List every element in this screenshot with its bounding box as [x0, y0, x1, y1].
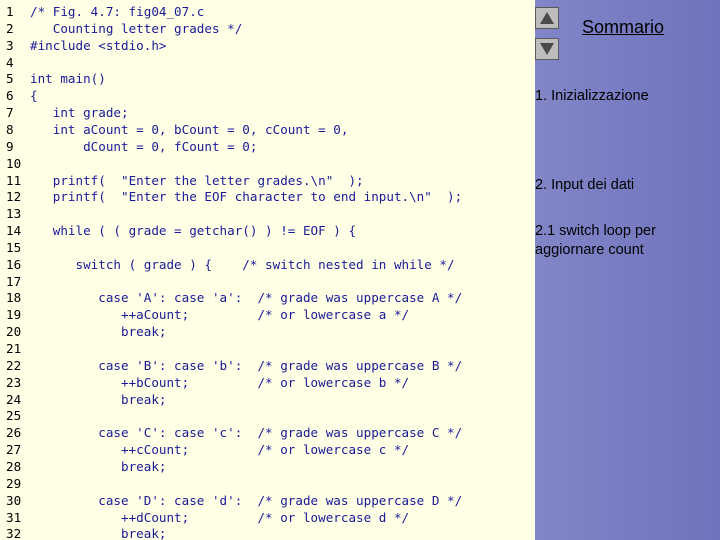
code-line: 27 ++cCount; /* or lowercase c */ [0, 441, 535, 458]
line-number: 22 [6, 357, 22, 373]
line-number: 5 [6, 71, 14, 87]
line-number: 3 [6, 37, 14, 53]
line-number: 26 [6, 425, 22, 441]
line-number: 11 [6, 172, 22, 188]
code-text: int main() [30, 71, 106, 87]
line-number: 13 [6, 206, 22, 222]
code-text: dCount = 0, fCount = 0; [30, 138, 258, 154]
code-line: 11 printf( "Enter the letter grades.\n" … [0, 172, 535, 189]
code-line: 18 case 'A': case 'a': /* grade was uppe… [0, 289, 535, 306]
code-text: Counting letter grades */ [30, 20, 243, 36]
note-switch-loop: 2.1 switch loop per aggiornare count [535, 223, 656, 258]
line-number: 29 [6, 475, 22, 491]
code-line: 14 while ( ( grade = getchar() ) != EOF … [0, 222, 535, 239]
line-number: 19 [6, 307, 22, 323]
code-line: 24 break; [0, 391, 535, 408]
line-number: 10 [6, 155, 22, 171]
code-text: printf( "Enter the letter grades.\n" ); [30, 172, 364, 188]
code-text: case 'A': case 'a': /* grade was upperca… [30, 290, 463, 306]
code-line: 4 [0, 54, 535, 71]
code-listing: 1/* Fig. 4.7: fig04_07.c 2 Counting lette… [0, 0, 535, 540]
code-line: 6{ [0, 87, 535, 104]
code-line: 23 ++bCount; /* or lowercase b */ [0, 374, 535, 391]
note-inizializzazione: 1. Inizializzazione [535, 88, 649, 104]
line-number: 23 [6, 374, 22, 390]
code-text: case 'C': case 'c': /* grade was upperca… [30, 425, 463, 441]
code-text: break; [30, 391, 167, 407]
code-text: ++bCount; /* or lowercase b */ [30, 374, 410, 390]
triangle-down-icon [540, 43, 554, 55]
line-number: 30 [6, 492, 22, 508]
line-number: 8 [6, 121, 14, 137]
code-line: 15 [0, 239, 535, 256]
line-number: 6 [6, 88, 14, 104]
line-number: 21 [6, 341, 22, 356]
code-text: while ( ( grade = getchar() ) != EOF ) { [30, 223, 357, 239]
code-line: 20 break; [0, 323, 535, 340]
line-number: 25 [6, 408, 22, 424]
line-number: 2 [6, 20, 14, 36]
previous-slide-button[interactable] [535, 7, 559, 29]
code-text: ++aCount; /* or lowercase a */ [30, 307, 410, 323]
line-number: 31 [6, 509, 22, 525]
line-number: 1 [6, 4, 14, 19]
code-line: 16 switch ( grade ) { /* switch nested i… [0, 256, 535, 273]
code-line: 5 int main() [0, 70, 535, 87]
code-line: 8 int aCount = 0, bCount = 0, cCount = 0… [0, 121, 535, 138]
code-line: 31 ++dCount; /* or lowercase d */ [0, 509, 535, 526]
code-text: break; [30, 324, 167, 340]
code-line: 13 [0, 205, 535, 222]
triangle-up-icon [540, 12, 554, 24]
code-line: 17 [0, 273, 535, 290]
code-line: 1 /* Fig. 4.7: fig04_07.c [0, 3, 535, 20]
code-line: 19 ++aCount; /* or lowercase a */ [0, 306, 535, 323]
line-number: 18 [6, 290, 22, 306]
code-text: /* Fig. 4.7: fig04_07.c [30, 4, 205, 19]
line-number: 27 [6, 442, 22, 458]
code-line: 28 break; [0, 458, 535, 475]
code-line: 22 case 'B': case 'b': /* grade was uppe… [0, 357, 535, 374]
line-number: 24 [6, 391, 22, 407]
code-line: 26 case 'C': case 'c': /* grade was uppe… [0, 424, 535, 441]
line-number: 15 [6, 239, 22, 255]
line-number: 16 [6, 256, 22, 272]
line-number: 17 [6, 273, 22, 289]
code-line: 9 dCount = 0, fCount = 0; [0, 138, 535, 155]
line-number: 4 [6, 54, 14, 70]
code-line: 3 #include <stdio.h> [0, 37, 535, 54]
code-text: printf( "Enter the EOF character to end … [30, 189, 463, 205]
code-text: case 'D': case 'd': /* grade was upperca… [30, 492, 463, 508]
code-text: case 'B': case 'b': /* grade was upperca… [30, 357, 463, 373]
line-number: 14 [6, 223, 22, 239]
code-line: 12 printf( "Enter the EOF character to e… [0, 188, 535, 205]
code-line: 29 [0, 475, 535, 492]
code-line: 10 [0, 155, 535, 172]
code-line: 30 case 'D': case 'd': /* grade was uppe… [0, 492, 535, 509]
code-text: { [30, 88, 38, 104]
line-number: 28 [6, 458, 22, 474]
line-number: 9 [6, 138, 14, 154]
code-text: int aCount = 0, bCount = 0, cCount = 0, [30, 121, 349, 137]
line-number: 7 [6, 105, 14, 121]
code-text: switch ( grade ) { /* switch nested in w… [30, 256, 455, 272]
code-line: 32 break; [0, 525, 535, 540]
line-number: 32 [6, 526, 22, 540]
next-slide-button[interactable] [535, 38, 559, 60]
note-input-dati: 2. Input dei dati [535, 177, 635, 193]
code-text: #include <stdio.h> [30, 37, 167, 53]
code-line: 2 Counting letter grades */ [0, 20, 535, 37]
sommario-link[interactable]: Sommario [582, 17, 664, 38]
line-number: 12 [6, 189, 22, 205]
code-line: 21 [0, 340, 535, 357]
code-text: ++cCount; /* or lowercase c */ [30, 442, 410, 458]
code-text: int grade; [30, 105, 129, 121]
line-number: 20 [6, 324, 22, 340]
code-text: break; [30, 458, 167, 474]
code-text: ++dCount; /* or lowercase d */ [30, 509, 410, 525]
code-line: 7 int grade; [0, 104, 535, 121]
code-text: break; [30, 526, 167, 540]
code-line: 25 [0, 407, 535, 424]
